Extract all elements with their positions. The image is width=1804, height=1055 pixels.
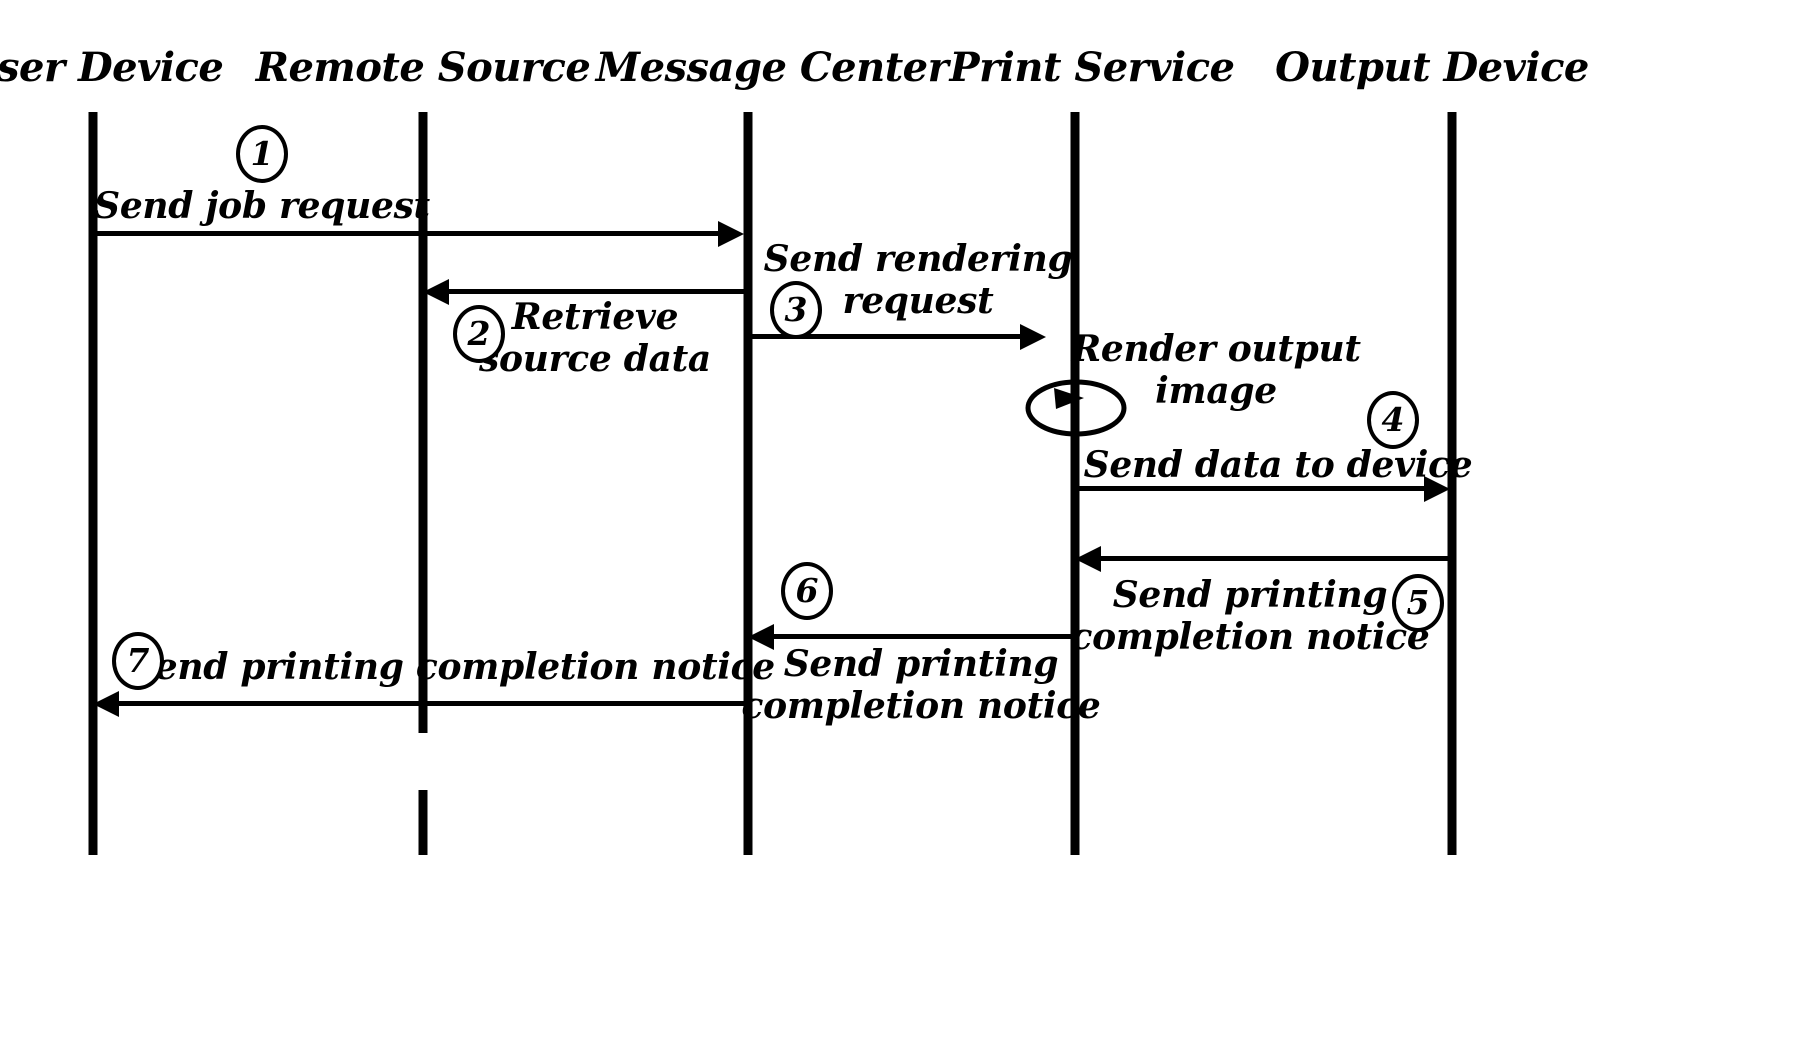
message-arrowhead-5 xyxy=(1075,546,1101,572)
message-label-2: Retrieve source data xyxy=(479,296,711,381)
step-marker-5-text: 5 xyxy=(1406,582,1430,622)
message-line-7 xyxy=(118,701,748,706)
step-marker-5: 5 xyxy=(1392,574,1444,632)
message-line-6 xyxy=(773,634,1075,639)
lifeline-header-print-service: Print Service xyxy=(949,44,1235,91)
lifeline-header-remote-source: Remote Source xyxy=(255,44,591,91)
sequence-diagram-canvas: User Device Remote Source Message Center… xyxy=(0,0,1804,1055)
step-marker-7-text: 7 xyxy=(126,640,150,680)
message-arrowhead-2 xyxy=(423,279,449,305)
message-arrowhead-1 xyxy=(718,221,744,247)
message-label-5: Send printing completion notice xyxy=(1070,574,1430,659)
step-marker-6-text: 6 xyxy=(795,570,819,610)
message-label-render-output-image: Render output image xyxy=(1071,328,1361,413)
step-marker-3-text: 3 xyxy=(784,289,808,329)
step-marker-7: 7 xyxy=(112,632,164,690)
step-marker-3: 3 xyxy=(770,281,822,339)
message-line-1 xyxy=(93,231,723,236)
step-marker-2-text: 2 xyxy=(467,313,491,353)
step-marker-6: 6 xyxy=(781,562,833,620)
message-line-4 xyxy=(1075,486,1427,491)
step-marker-4: 4 xyxy=(1367,391,1419,449)
message-label-4: Send data to device xyxy=(1083,444,1473,486)
lifeline-remote-source-lower xyxy=(418,790,428,855)
step-marker-2: 2 xyxy=(453,305,505,363)
message-line-2 xyxy=(448,289,752,294)
message-line-5 xyxy=(1100,556,1452,561)
message-label-1: Send job request xyxy=(94,185,430,227)
lifeline-header-output-device: Output Device xyxy=(1275,44,1589,91)
message-label-7: Send printing completion notice xyxy=(129,646,775,688)
step-marker-1: 1 xyxy=(236,125,288,183)
step-marker-4-text: 4 xyxy=(1381,399,1405,439)
lifeline-print-service xyxy=(1070,112,1080,855)
message-label-6: Send printing completion notice xyxy=(741,643,1101,728)
message-arrowhead-7 xyxy=(93,691,119,717)
lifeline-header-message-center: Message Center xyxy=(595,44,949,91)
step-marker-1-text: 1 xyxy=(250,133,274,173)
lifeline-message-center xyxy=(743,112,753,855)
lifeline-header-user-device: User Device xyxy=(0,44,224,91)
message-arrowhead-3 xyxy=(1020,324,1046,350)
